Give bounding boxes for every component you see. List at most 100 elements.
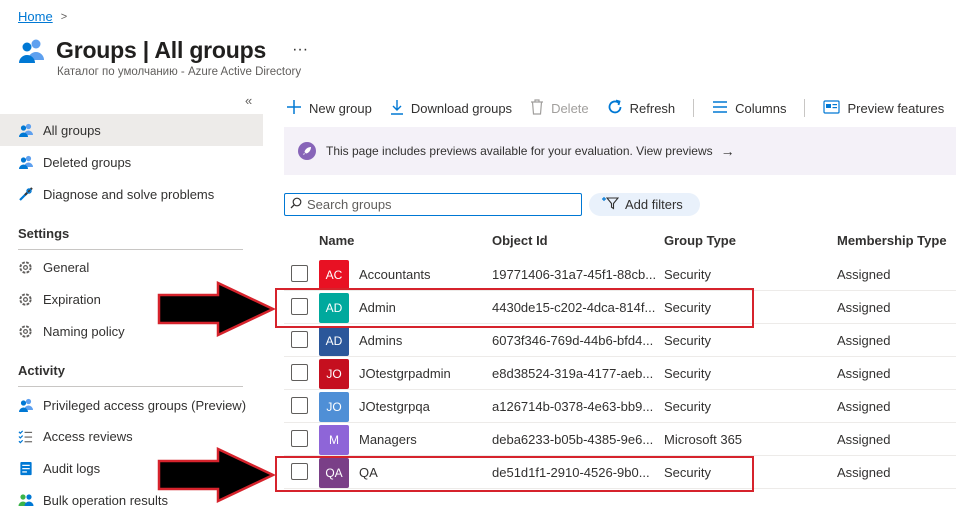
download-groups-label: Download groups	[410, 100, 513, 116]
add-filters-button[interactable]: Add filters	[589, 193, 700, 216]
column-header-membership[interactable]: Membership Type	[837, 233, 947, 248]
filter-icon	[601, 196, 620, 213]
row-checkbox[interactable]	[291, 265, 308, 282]
row-checkbox[interactable]	[291, 430, 308, 447]
gear-icon	[17, 323, 34, 340]
page-subtitle: Каталог по умолчанию - Azure Active Dire…	[57, 66, 302, 78]
groups-icon	[17, 397, 34, 414]
search-icon	[290, 197, 302, 212]
sidebar-item-label: Naming policy	[43, 323, 125, 339]
table-row[interactable]: JO JOtestgrpadmin e8d38524-319a-4177-aeb…	[284, 357, 956, 390]
download-groups-button[interactable]: Download groups	[390, 99, 512, 118]
gear-icon	[17, 291, 34, 308]
group-type: Security	[664, 267, 711, 282]
sidebar-item-deleted-groups[interactable]: Deleted groups	[0, 146, 263, 178]
delete-button[interactable]: Delete	[530, 98, 589, 118]
sidebar-item-general[interactable]: General	[0, 251, 263, 283]
row-checkbox[interactable]	[291, 397, 308, 414]
group-name-link[interactable]: JOtestgrpqa	[359, 399, 430, 414]
columns-label: Columns	[735, 100, 787, 116]
section-heading-activity: Activity	[18, 363, 65, 378]
group-avatar: M	[319, 425, 349, 455]
list-check-icon	[17, 428, 34, 445]
chevron-right-icon: >	[60, 10, 68, 23]
column-header-name[interactable]: Name	[319, 233, 354, 248]
group-type: Microsoft 365	[664, 432, 743, 447]
group-name-link[interactable]: JOtestgrpadmin	[359, 366, 451, 381]
sidebar-item-label: Deleted groups	[43, 154, 132, 170]
download-icon	[390, 99, 404, 118]
object-id: 19771406-31a7-45f1-88cb...	[492, 267, 657, 282]
membership-type: Assigned	[837, 465, 891, 480]
highlight-box-qa	[275, 456, 754, 492]
page-title: Groups | All groups	[56, 36, 267, 63]
group-avatar: JO	[319, 392, 349, 422]
delete-label: Delete	[551, 100, 589, 116]
trash-icon	[530, 98, 544, 118]
refresh-icon	[607, 99, 623, 118]
search-box	[284, 193, 582, 216]
sidebar-item-label: Diagnose and solve problems	[43, 186, 215, 202]
refresh-button[interactable]: Refresh	[607, 99, 676, 118]
collapse-sidebar-icon[interactable]: «	[245, 93, 252, 108]
section-heading-settings: Settings	[18, 226, 70, 241]
group-avatar: AD	[319, 326, 349, 356]
row-checkbox[interactable]	[291, 331, 308, 348]
groups-icon	[18, 36, 46, 64]
more-options-icon[interactable]: ···	[292, 41, 308, 59]
table-row[interactable]: AD Admins 6073f346-769d-44b6-bfd4... Sec…	[284, 324, 956, 357]
membership-type: Assigned	[837, 333, 891, 348]
column-header-group-type[interactable]: Group Type	[664, 233, 736, 248]
sidebar-item-label: Privileged access groups (Preview)	[43, 397, 247, 413]
sidebar-item-all-groups[interactable]: All groups	[0, 114, 263, 146]
preview-icon	[823, 99, 841, 117]
object-id: e8d38524-319a-4177-aeb...	[492, 366, 654, 381]
toolbar-divider	[693, 99, 695, 117]
group-name-link[interactable]: Accountants	[359, 267, 431, 282]
column-header-object-id[interactable]: Object Id	[492, 233, 548, 248]
membership-type: Assigned	[837, 267, 891, 282]
toolbar-divider	[804, 99, 806, 117]
plus-icon	[286, 99, 302, 118]
group-type: Security	[664, 366, 711, 381]
sidebar-item-label: Bulk operation results	[43, 492, 169, 508]
groups-icon	[17, 122, 34, 139]
highlight-box-admin	[275, 288, 754, 328]
add-filters-label: Add filters	[625, 197, 683, 212]
sidebar-item-label: General	[43, 259, 90, 275]
sidebar-item-privileged-access[interactable]: Privileged access groups (Preview)	[0, 389, 263, 421]
page-header: Groups | All groups ···	[18, 36, 308, 64]
group-name-link[interactable]: Admins	[359, 333, 402, 348]
membership-type: Assigned	[837, 366, 891, 381]
table-row[interactable]: JO JOtestgrpqa a126714b-0378-4e63-bb9...…	[284, 390, 956, 423]
banner-text: This page includes previews available fo…	[326, 144, 713, 158]
membership-type: Assigned	[837, 432, 891, 447]
sidebar-item-label: Audit logs	[43, 460, 101, 476]
preview-banner[interactable]: This page includes previews available fo…	[284, 127, 956, 175]
table-row[interactable]: AC Accountants 19771406-31a7-45f1-88cb..…	[284, 258, 956, 291]
new-group-label: New group	[309, 100, 372, 116]
refresh-label: Refresh	[629, 100, 676, 116]
people-icon	[17, 492, 34, 509]
membership-type: Assigned	[837, 399, 891, 414]
group-type: Security	[664, 399, 711, 414]
columns-button[interactable]: Columns	[712, 100, 786, 117]
preview-features-label: Preview features	[847, 100, 945, 116]
breadcrumb-home-link[interactable]: Home	[18, 9, 53, 24]
membership-type: Assigned	[837, 300, 891, 315]
search-input[interactable]	[307, 197, 567, 212]
preview-features-button[interactable]: Preview features	[823, 99, 945, 117]
sidebar-item-diagnose[interactable]: Diagnose and solve problems	[0, 178, 263, 210]
row-checkbox[interactable]	[291, 364, 308, 381]
annotation-arrow-icon	[157, 447, 276, 503]
group-avatar: AC	[319, 260, 349, 290]
rocket-icon	[298, 142, 316, 160]
table-row[interactable]: M Managers deba6233-b05b-4385-9e6... Mic…	[284, 423, 956, 456]
group-name-link[interactable]: Managers	[359, 432, 417, 447]
sidebar-item-label: Access reviews	[43, 428, 133, 444]
new-group-button[interactable]: New group	[286, 99, 372, 118]
sidebar-item-label: Expiration	[43, 291, 101, 307]
arrow-right-icon: →	[720, 143, 735, 159]
object-id: a126714b-0378-4e63-bb9...	[492, 399, 654, 414]
divider	[18, 249, 243, 250]
